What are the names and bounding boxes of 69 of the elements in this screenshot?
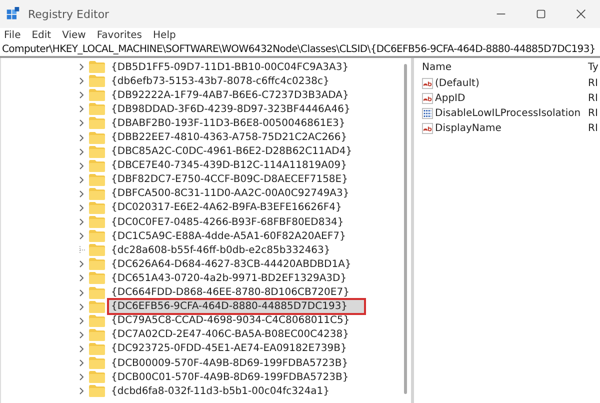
folder-icon (89, 61, 105, 74)
chevron-icon[interactable] (79, 176, 85, 184)
value-name[interactable]: AppID (435, 93, 588, 104)
folder-icon (89, 188, 105, 200)
menu-item[interactable]: Edit (32, 30, 52, 41)
chevron-icon[interactable] (79, 148, 85, 156)
folder-icon (89, 244, 105, 256)
chevron-icon[interactable] (79, 63, 85, 72)
folder-icon (89, 117, 105, 130)
maximize-icon[interactable] (536, 9, 546, 19)
menu-item[interactable]: File (4, 30, 21, 41)
folder-icon (89, 132, 105, 144)
column-header[interactable]: Ty (588, 62, 598, 72)
folder-icon (89, 103, 105, 116)
chevron-icon[interactable] (79, 134, 85, 142)
folder-icon (89, 342, 105, 355)
chevron-icon[interactable] (79, 190, 85, 198)
chevron-icon[interactable] (79, 316, 85, 325)
chevron-icon[interactable] (79, 274, 85, 282)
chevron-icon[interactable] (79, 288, 85, 297)
folder-icon (89, 357, 105, 370)
folder-icon (89, 202, 105, 214)
chevron-icon[interactable] (79, 91, 85, 100)
scrollbar[interactable] (404, 64, 407, 394)
chevron-icon[interactable] (79, 218, 85, 226)
menu-item[interactable]: Help (153, 30, 176, 41)
menu-item[interactable]: Favorites (96, 30, 142, 41)
chevron-icon[interactable] (79, 302, 85, 311)
registry-icon (6, 7, 20, 21)
folder-icon (89, 230, 105, 242)
value-name[interactable]: DisplayName (435, 123, 588, 134)
folder-icon (89, 174, 105, 186)
value-type: RI (588, 108, 598, 119)
value-name[interactable]: DisableLowILProcessIsolation (435, 108, 588, 119)
window-title: Registry Editor (28, 8, 110, 20)
folder-icon (89, 328, 105, 341)
tree-item[interactable]: {DC6EFB56-9CFA-464D-8880-44885D7DC193} (107, 298, 366, 316)
chevron-icon[interactable] (79, 105, 85, 114)
folder-icon (89, 385, 105, 398)
chevron-icon[interactable] (79, 260, 85, 268)
chevron-icon[interactable] (79, 162, 85, 170)
folder-icon (89, 258, 105, 270)
chevron-icon[interactable] (79, 77, 85, 86)
value-type: RI (588, 93, 598, 104)
chevron-icon[interactable] (79, 387, 85, 396)
value-type: RI (588, 78, 598, 89)
folder-icon (89, 300, 105, 313)
chevron-icon[interactable] (79, 232, 85, 240)
folder-icon (89, 89, 105, 102)
chevron-icon[interactable] (79, 359, 85, 368)
folder-icon (89, 314, 105, 327)
folder-icon (89, 216, 105, 228)
chevron-icon[interactable] (79, 204, 85, 212)
column-header[interactable]: Name (422, 62, 588, 72)
folder-icon (89, 160, 105, 172)
value-type: RI (588, 123, 598, 134)
folder-icon (89, 371, 105, 384)
menu-item[interactable]: View (62, 30, 86, 41)
folder-icon (89, 146, 105, 158)
folder-icon (89, 75, 105, 88)
value-name[interactable]: (Default) (435, 78, 588, 89)
chevron-icon[interactable] (79, 330, 85, 339)
address-bar[interactable]: Computer\HKEY_LOCAL_MACHINE\SOFTWARE\WOW6432Node\Classes\CLSID\{DC6EFB56-9CFA-464D-8880-44885D7DC193} (0, 43, 600, 58)
chevron-icon[interactable] (79, 373, 85, 382)
folder-icon (89, 286, 105, 299)
chevron-icon[interactable] (79, 344, 85, 353)
folder-icon (89, 272, 105, 284)
close-icon[interactable] (576, 9, 586, 19)
chevron-icon[interactable] (79, 119, 85, 128)
